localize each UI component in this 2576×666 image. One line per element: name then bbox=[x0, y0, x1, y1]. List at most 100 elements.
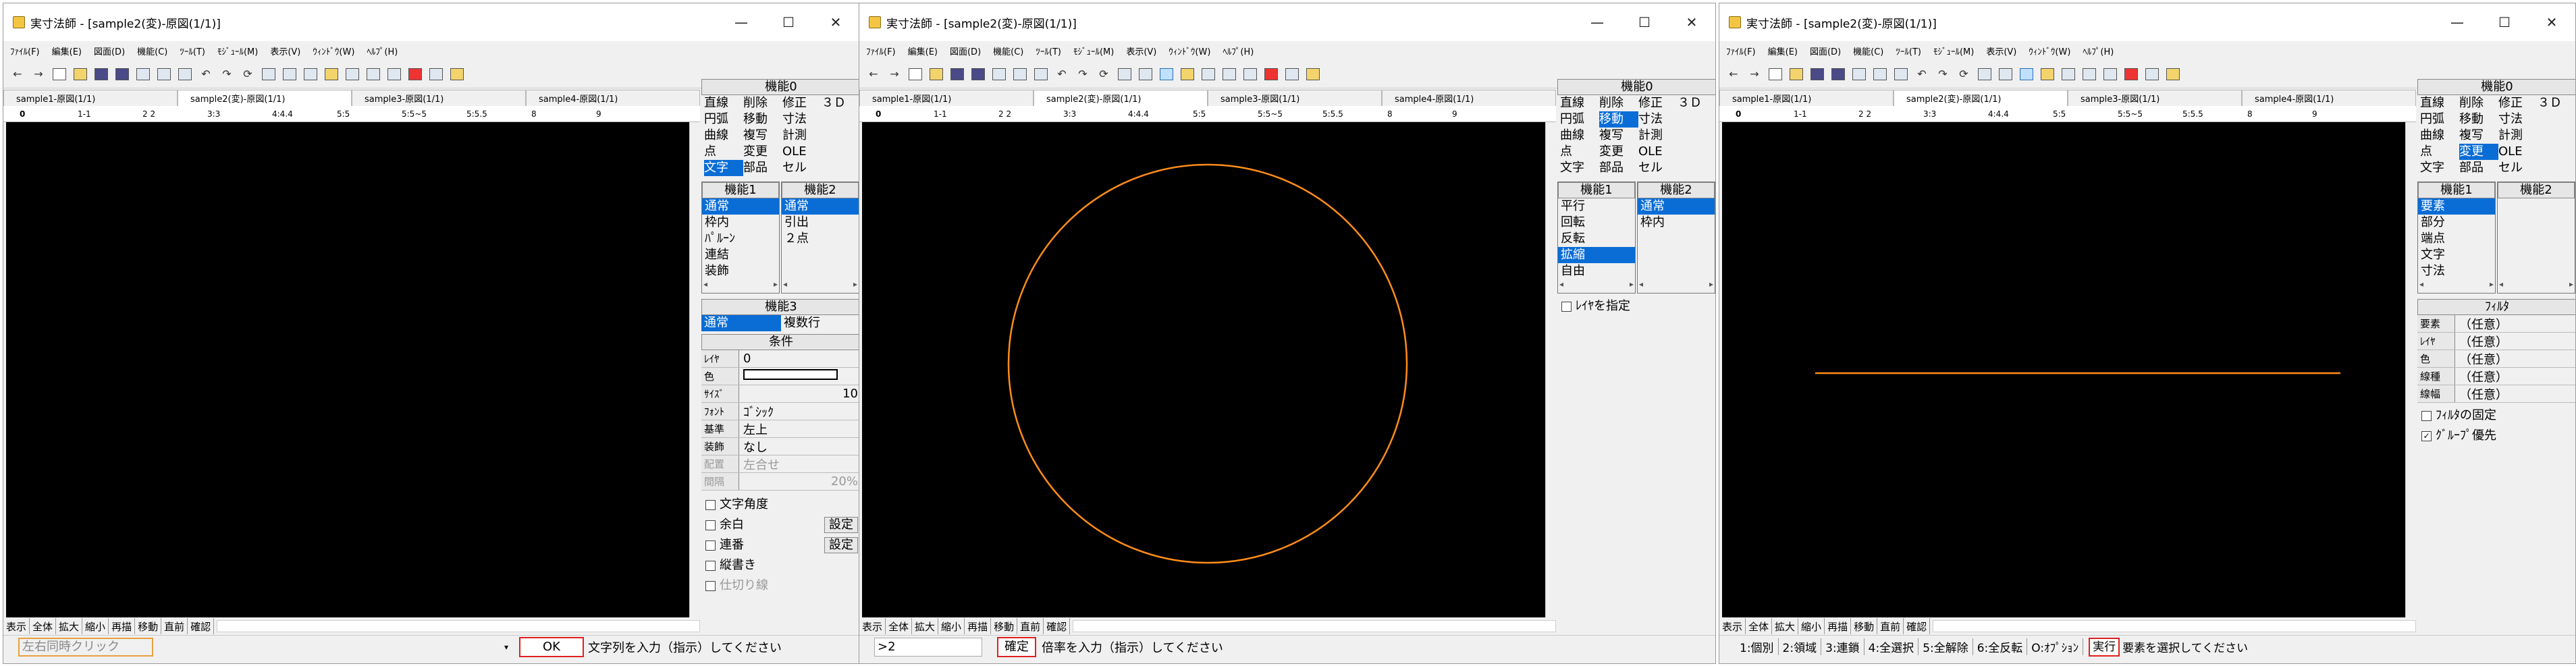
view-all-button[interactable]: 全体 bbox=[886, 618, 913, 634]
func-3d[interactable]: ３Ｄ bbox=[1678, 95, 1715, 111]
kino1-item[interactable]: 文字 bbox=[2418, 247, 2495, 263]
kino2-item[interactable]: 通常 bbox=[782, 198, 859, 215]
invert-selection-button[interactable]: 6:全反転 bbox=[1973, 638, 2028, 655]
func-change[interactable]: 変更 bbox=[2459, 144, 2498, 160]
func-delete[interactable]: 削除 bbox=[743, 95, 782, 111]
color-swatch[interactable] bbox=[739, 369, 859, 383]
layer-item[interactable]: 1-1 bbox=[71, 109, 136, 119]
color-icon[interactable] bbox=[406, 65, 424, 83]
layer-item[interactable]: 8 bbox=[2240, 109, 2305, 119]
confirm-button[interactable]: 確定 bbox=[997, 636, 1036, 657]
pan-button[interactable]: 移動 bbox=[1851, 618, 1878, 634]
menu-window[interactable]: ｳｨﾝﾄﾞｳ(W) bbox=[2029, 45, 2070, 57]
cond-value[interactable]: 10 bbox=[739, 387, 859, 401]
select-chain-button[interactable]: 3:連鎖 bbox=[1821, 638, 1864, 655]
color-icon[interactable] bbox=[1262, 65, 1280, 83]
func-modify[interactable]: 修正 bbox=[1638, 95, 1678, 111]
confirm-view-button[interactable]: 確認 bbox=[188, 618, 215, 634]
func-text[interactable]: 文字 bbox=[704, 160, 743, 176]
snap-icon[interactable] bbox=[2039, 65, 2056, 83]
menu-file[interactable]: ﾌｧｲﾙ(F) bbox=[10, 45, 40, 57]
save-icon[interactable] bbox=[948, 65, 966, 83]
menu-file[interactable]: ﾌｧｲﾙ(F) bbox=[866, 45, 896, 57]
redo-icon[interactable]: ↷ bbox=[218, 65, 236, 83]
cond-decoration[interactable]: 装飾 なし bbox=[701, 438, 859, 455]
func-dimension[interactable]: 寸法 bbox=[2498, 111, 2538, 128]
snap-icon[interactable] bbox=[1179, 65, 1196, 83]
layer-item[interactable]: 5:5~5 bbox=[395, 109, 460, 119]
func-point[interactable]: 点 bbox=[1560, 144, 1599, 160]
menu-module[interactable]: ﾓｼﾞｭｰﾙ(M) bbox=[217, 45, 258, 57]
layer-item[interactable]: 8 bbox=[525, 109, 589, 119]
new-file-icon[interactable] bbox=[1767, 65, 1784, 83]
func-copy[interactable]: 複写 bbox=[1599, 128, 1638, 144]
layer-item[interactable]: 8 bbox=[1380, 109, 1445, 119]
scale-input[interactable]: >2 bbox=[874, 637, 982, 657]
repeat-icon[interactable]: ⟳ bbox=[1955, 65, 1973, 83]
tab-sample1[interactable]: sample1-原図(1/1) bbox=[859, 90, 1034, 106]
func-text[interactable]: 文字 bbox=[1560, 160, 1599, 176]
maximize-button[interactable]: ☐ bbox=[765, 3, 812, 41]
layer-item[interactable]: 3:3 bbox=[1916, 109, 1981, 119]
func-dimension[interactable]: 寸法 bbox=[1638, 111, 1678, 128]
ortho-icon[interactable] bbox=[344, 65, 361, 83]
func-line[interactable]: 直線 bbox=[2420, 95, 2459, 111]
repeat-icon[interactable]: ⟳ bbox=[1095, 65, 1112, 83]
filter-element[interactable]: 要素 （任意） bbox=[2417, 315, 2575, 333]
confirm-view-button[interactable]: 確認 bbox=[1904, 618, 1931, 634]
print-setup-icon[interactable] bbox=[1850, 65, 1868, 83]
menu-tools[interactable]: ﾂｰﾙ(T) bbox=[180, 45, 205, 57]
layer-item[interactable]: 5:5.5 bbox=[1316, 109, 1380, 119]
property-icon[interactable] bbox=[281, 65, 298, 83]
back-icon[interactable]: ← bbox=[865, 65, 882, 83]
cond-base[interactable]: 基準 左上 bbox=[701, 420, 859, 438]
ortho-icon[interactable] bbox=[2060, 65, 2077, 83]
previous-view-button[interactable]: 直前 bbox=[1017, 618, 1044, 634]
orange-circle[interactable] bbox=[1007, 163, 1408, 564]
layer-item[interactable]: 4:4.4 bbox=[265, 109, 330, 119]
select-area-button[interactable]: 2:領域 bbox=[1779, 638, 1822, 655]
maximize-button[interactable]: ☐ bbox=[1621, 3, 1668, 41]
open-folder-icon[interactable] bbox=[1788, 65, 1805, 83]
layer-item[interactable]: 5:5~5 bbox=[2111, 109, 2176, 119]
chevron-down-icon[interactable]: ▾ bbox=[504, 642, 518, 652]
undo-icon[interactable]: ↶ bbox=[197, 65, 215, 83]
menu-function[interactable]: 機能(C) bbox=[993, 45, 1023, 57]
check-layer-specify[interactable]: ﾚｲﾔを指定 bbox=[1557, 296, 1715, 316]
layer-item[interactable]: 0 bbox=[859, 109, 927, 119]
cond-value[interactable]: 0 bbox=[739, 352, 859, 366]
checkbox[interactable] bbox=[705, 540, 716, 551]
layer-icon[interactable] bbox=[1116, 65, 1133, 83]
tab-sample2[interactable]: sample2(変)-原図(1/1) bbox=[178, 90, 352, 106]
measure-icon[interactable] bbox=[365, 65, 382, 83]
tab-sample4[interactable]: sample4-原図(1/1) bbox=[526, 90, 700, 106]
print-setup-icon[interactable] bbox=[990, 65, 1008, 83]
checkmark-icon[interactable]: ✓ bbox=[2421, 431, 2432, 441]
select-all-button[interactable]: 4:全選択 bbox=[1864, 638, 1919, 655]
color-icon[interactable] bbox=[2122, 65, 2140, 83]
filter-value[interactable]: （任意） bbox=[2455, 385, 2575, 403]
layer-item[interactable]: 3:3 bbox=[1056, 109, 1121, 119]
tab-sample1[interactable]: sample1-原図(1/1) bbox=[3, 90, 178, 106]
select-individual-button[interactable]: 1:個別 bbox=[1736, 638, 1779, 655]
layer-item[interactable]: 9 bbox=[1445, 109, 1510, 119]
func-arc[interactable]: 円弧 bbox=[1560, 111, 1599, 128]
layer-icon[interactable] bbox=[1976, 65, 1993, 83]
kino1-item[interactable]: 拡縮 bbox=[1558, 247, 1635, 263]
func-move[interactable]: 移動 bbox=[743, 111, 782, 128]
menu-drawing[interactable]: 図面(D) bbox=[1810, 45, 1841, 57]
ok-button[interactable]: OK bbox=[519, 636, 584, 657]
zoom-out-button[interactable]: 縮小 bbox=[938, 618, 965, 634]
func-text[interactable]: 文字 bbox=[2420, 160, 2459, 176]
menu-module[interactable]: ﾓｼﾞｭｰﾙ(M) bbox=[1933, 45, 1974, 57]
menu-file[interactable]: ﾌｧｲﾙ(F) bbox=[1726, 45, 1756, 57]
menu-view[interactable]: 表示(V) bbox=[270, 45, 300, 57]
func-arc[interactable]: 円弧 bbox=[704, 111, 743, 128]
layer-item[interactable]: 3:3 bbox=[200, 109, 265, 119]
menu-view[interactable]: 表示(V) bbox=[1126, 45, 1156, 57]
menu-help[interactable]: ﾍﾙﾌﾟ(H) bbox=[1223, 45, 1254, 57]
preview-icon[interactable] bbox=[1892, 65, 1910, 83]
kino1-item[interactable]: 通常 bbox=[702, 198, 779, 215]
kino1-item[interactable]: 端点 bbox=[2418, 231, 2495, 247]
layer-item[interactable]: 1-1 bbox=[927, 109, 992, 119]
